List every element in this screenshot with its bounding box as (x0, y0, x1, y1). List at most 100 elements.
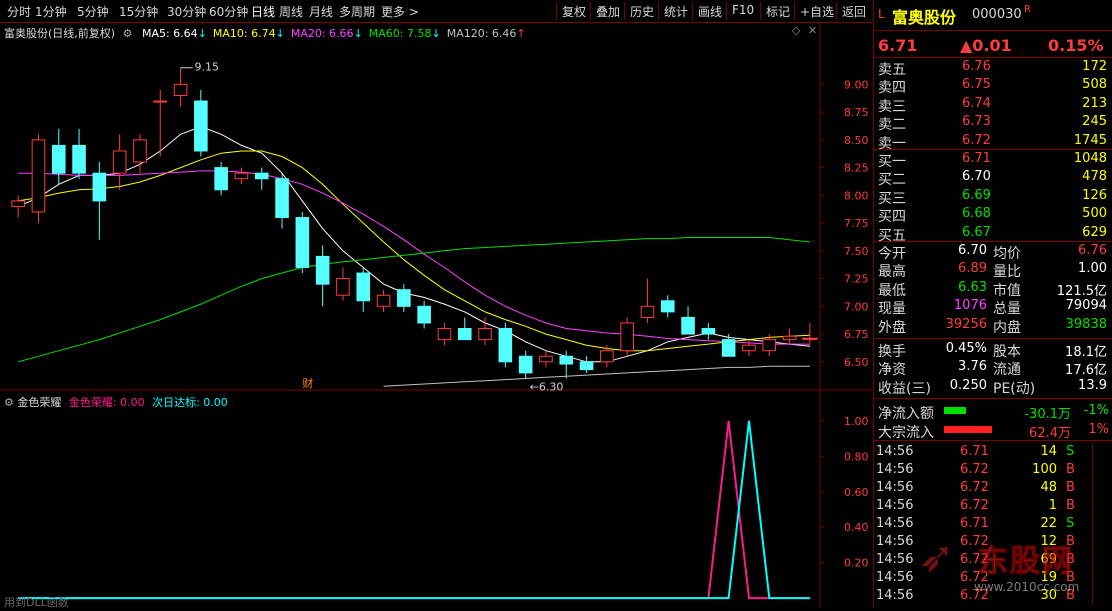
candle-body (356, 272, 371, 302)
fund-label: 收益(三) (878, 380, 931, 397)
period-tab-6[interactable]: 日线 (251, 3, 275, 20)
candle-body (660, 300, 675, 313)
candle-body (397, 289, 411, 307)
quote-row: 大宗流入 62.4万 1% (874, 421, 1112, 441)
tick-volume: 69 (1040, 552, 1057, 567)
ask-price: 6.74 (962, 95, 991, 111)
tick-time: 14:56 (876, 552, 914, 567)
candle-body (437, 328, 452, 341)
trend-arrow-icon: ↑ (516, 27, 526, 40)
stat-value: 6.63 (958, 279, 987, 295)
toolbar-action-2[interactable]: 历史 (630, 3, 654, 20)
quote-row: 卖三 6.74 213 (874, 95, 1112, 115)
period-tab-8[interactable]: 月线 (309, 3, 333, 20)
toolbar-action-7[interactable]: +自选 (800, 3, 834, 20)
tick-divider (1092, 551, 1093, 569)
high-price-label: 9.15 (195, 61, 220, 74)
flow-label: 净流入额 (878, 406, 934, 422)
tick-time: 14:56 (876, 570, 914, 585)
bid-volume: 500 (1082, 206, 1107, 222)
period-tab-2[interactable]: 5分钟 (77, 3, 109, 20)
tick-divider (1092, 515, 1093, 533)
fund-value: 3.76 (958, 359, 987, 375)
stat-label: 内盘 (993, 319, 1021, 336)
candle-body (173, 83, 188, 96)
tick-divider (1092, 461, 1093, 479)
collapse-icon[interactable]: ◇ (792, 24, 800, 37)
stat-label: 外盘 (878, 319, 906, 336)
tick-side: B (1066, 588, 1075, 603)
candle-body (214, 167, 228, 191)
tick-divider (1092, 533, 1093, 551)
candle-body (579, 361, 594, 371)
tick-volume: 19 (1040, 570, 1057, 585)
y-tick-label: 7.00 (844, 300, 869, 313)
y-tick-label: 7.75 (844, 217, 869, 230)
toolbar-action-4[interactable]: 画线 (698, 3, 722, 20)
period-tab-10[interactable]: 更多 > (381, 3, 419, 20)
indicator-line-0 (18, 420, 810, 600)
tick-volume: 12 (1040, 534, 1057, 549)
quote-panel: L 富奥股份 000030 R 6.71 ▲0.01 0.15% 卖五 6.76 172 卖四 6.7… (873, 0, 1112, 608)
period-tab-7[interactable]: 周线 (279, 3, 303, 20)
chart-canvas[interactable]: 9.00 8.75 8.50 8.25 8.00 7.75 7.50 7.25 7.00 6.75… (0, 21, 872, 608)
candle-body (600, 350, 614, 363)
candle-body (295, 217, 310, 268)
tick-time: 14:56 (876, 534, 914, 549)
quote-row: 14:56 6.72 1 B (874, 497, 1112, 515)
tick-time: 14:56 (876, 480, 914, 495)
toolbar-action-3[interactable]: 统计 (664, 3, 688, 20)
period-toolbar: 分时 1分钟 5分钟 15分钟 30分钟 60分钟 日线 周线 月线 多周期 更多 > 复权 叠加 历史统… (0, 0, 872, 23)
quote-row: 买三 6.69 126 (874, 187, 1112, 207)
period-tab-3[interactable]: 15分钟 (119, 3, 158, 20)
candle-body (782, 335, 797, 341)
tick-side: B (1066, 570, 1075, 585)
tick-side: B (1066, 534, 1075, 549)
settings-icon[interactable]: ⚙ (123, 27, 133, 40)
toolbar-action-6[interactable]: 标记 (766, 3, 790, 20)
price-change: ▲0.01 (960, 36, 1012, 55)
period-tab-1[interactable]: 1分钟 (35, 3, 67, 20)
indicator-line-1 (18, 420, 810, 600)
trend-arrow-icon: ↓ (431, 27, 441, 40)
tick-side: B (1066, 498, 1075, 513)
ask-volume: 213 (1082, 95, 1107, 111)
toolbar-action-5[interactable]: F10 (732, 3, 754, 17)
flow-bar (944, 407, 966, 414)
ask-volume: 1745 (1073, 132, 1107, 148)
candle-body (275, 178, 289, 219)
candle-body (417, 305, 431, 324)
bid-price: 6.69 (962, 187, 991, 203)
trend-arrow-icon: ↓ (197, 27, 207, 40)
quote-row: L 富奥股份 000030 R (874, 4, 1112, 27)
tick-divider (1092, 479, 1093, 497)
candle-body (11, 200, 25, 207)
tick-price: 6.72 (960, 570, 989, 585)
quote-row: 净流入额 -30.1万 -1% (874, 402, 1112, 422)
period-tab-4[interactable]: 30分钟 (167, 3, 206, 20)
close-icon[interactable]: ✕ (808, 24, 817, 37)
candle-body (620, 322, 634, 352)
ma-legend-item: MA20: 6.66 (290, 27, 354, 40)
trend-arrow-icon: ↓ (275, 27, 285, 40)
period-tab-0[interactable]: 分时 (7, 3, 31, 20)
bid-volume: 629 (1082, 224, 1107, 240)
period-tab-5[interactable]: 60分钟 (209, 3, 248, 20)
quote-row: 外盘 39256 内盘 39838 (874, 316, 1112, 336)
change-percent: 0.15% (1048, 36, 1104, 55)
period-tab-9[interactable]: 多周期 (339, 3, 375, 20)
chart-legend: 富奥股份(日线,前复权) ⚙ MA5: 6.64↓ MA10: 6.74↓ MA20… (4, 25, 526, 41)
toolbar-action-1[interactable]: 叠加 (596, 3, 620, 20)
quote-row: 买四 6.68 500 (874, 205, 1112, 225)
indicator-y-tick-label: 0.20 (844, 557, 869, 570)
quote-row: 买一 6.71 1048 (874, 150, 1112, 170)
kline-chart-area[interactable]: 9.00 8.75 8.50 8.25 8.00 7.75 7.50 7.25 7.00 6.75… (0, 21, 872, 609)
candle-body (498, 328, 513, 363)
bid-volume: 1048 (1073, 151, 1107, 166)
ma-legend-item: MA60: 7.58 (368, 27, 432, 40)
settings-icon[interactable]: ⚙ (4, 396, 14, 409)
toolbar-action-8[interactable]: 返回 (842, 3, 866, 20)
indicator-line2-value: 次日达标: 0.00 (152, 396, 228, 409)
candle-body (72, 144, 86, 174)
toolbar-action-0[interactable]: 复权 (562, 3, 586, 20)
